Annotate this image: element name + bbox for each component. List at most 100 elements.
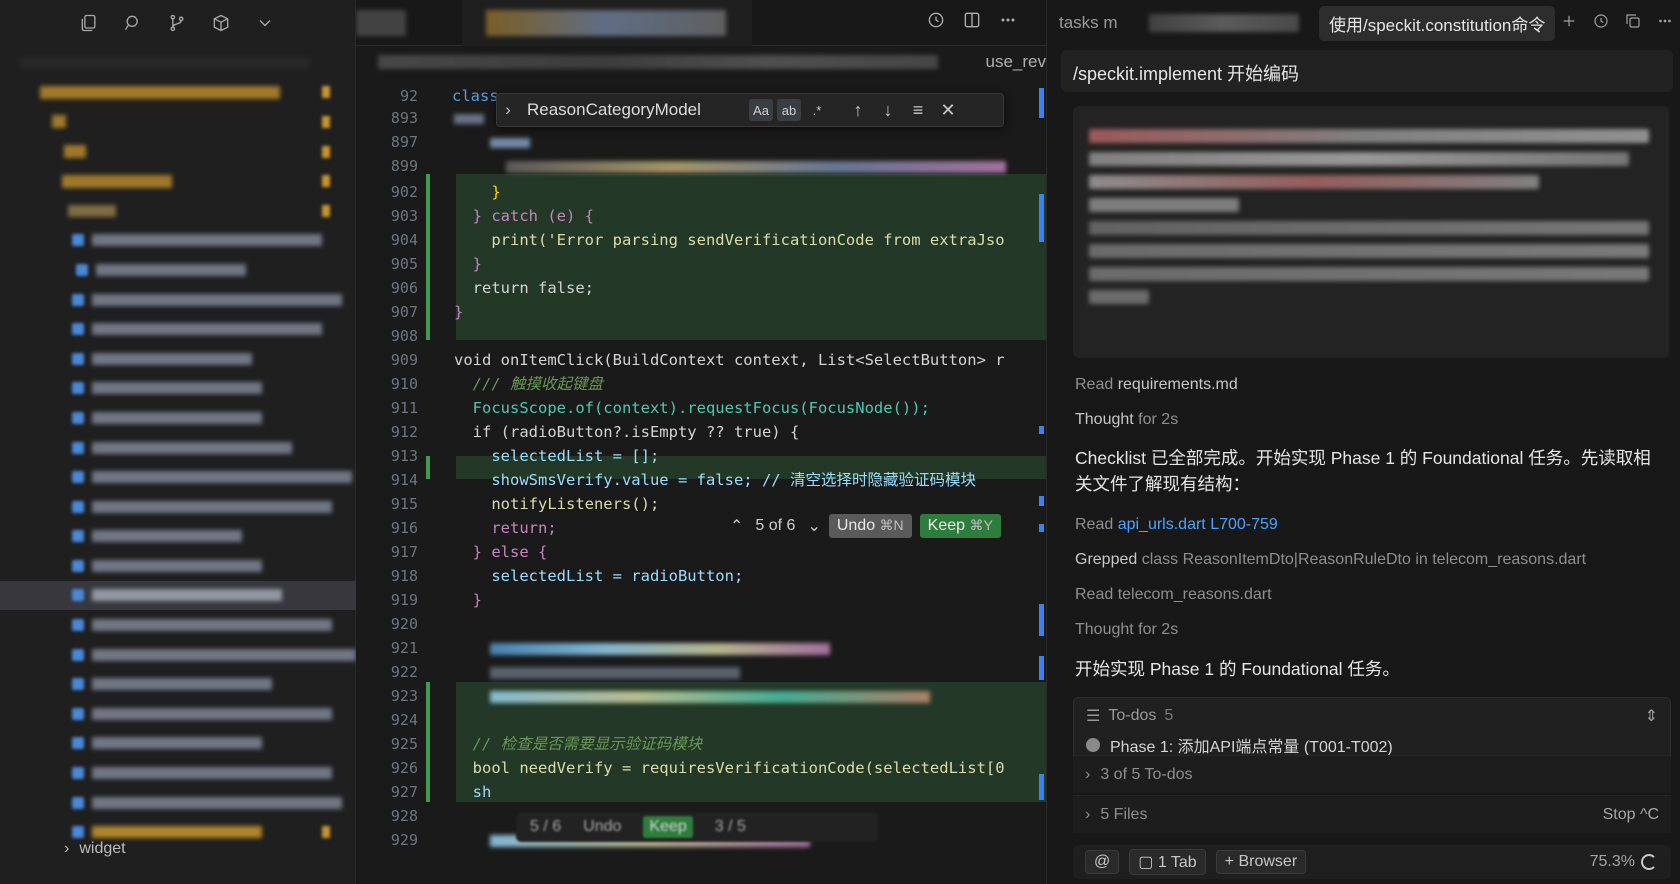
activity-read[interactable]: Read telecom_reasons.dart — [1075, 586, 1272, 604]
tree-row[interactable] — [0, 551, 356, 581]
code-editor: use_rev 92 class 893 897 899 902 } 903 } … — [356, 0, 1046, 884]
review-counter[interactable]: 5 / 6 — [530, 818, 561, 836]
chevron-down-icon[interactable] — [254, 12, 276, 34]
regex-toggle[interactable]: .* — [805, 99, 829, 121]
activity-thought[interactable]: Thought for 2s — [1075, 411, 1178, 429]
tree-row-selected[interactable] — [0, 580, 356, 611]
copy-icon[interactable] — [1624, 12, 1642, 30]
stop-button[interactable]: Stop ^C — [1603, 806, 1659, 824]
files-row[interactable]: › 5 Files Stop ^C — [1073, 795, 1671, 833]
plus-icon: + — [1224, 853, 1239, 870]
tab-icon: ▢ — [1138, 854, 1158, 871]
chat-tabs: tasks m 使用/speckit.constitution命令 — [1047, 0, 1680, 46]
code-line: 921 — [356, 636, 1046, 660]
chat-tab-active[interactable]: 使用/speckit.constitution命令 — [1319, 5, 1556, 41]
match-case-toggle[interactable]: Aa — [749, 99, 773, 121]
browser-chip[interactable]: + Browser — [1215, 850, 1307, 874]
activity-read[interactable]: Read api_urls.dart L700-759 — [1075, 516, 1278, 534]
keep-all-button[interactable]: Keep — [643, 816, 693, 838]
todo-progress-row[interactable]: › 3 of 5 To-dos — [1073, 755, 1671, 793]
chevron-down-icon[interactable]: ⌄ — [807, 516, 820, 536]
tree-row[interactable] — [0, 610, 356, 640]
tree-row[interactable] — [0, 729, 356, 759]
tree-row[interactable] — [0, 48, 356, 78]
more-icon[interactable] — [1656, 12, 1674, 30]
tree-row[interactable] — [0, 669, 356, 699]
tree-row[interactable] — [0, 374, 356, 404]
tree-row[interactable] — [0, 107, 356, 137]
chevron-up-icon[interactable]: ⌃ — [730, 516, 743, 536]
breadcrumb-item[interactable]: use_rev — [986, 52, 1046, 72]
todo-panel[interactable]: ☰ To-dos 5 ⇕ Phase 1: 添加API端点常量 (T001-T0… — [1073, 697, 1671, 761]
tree-row[interactable] — [0, 226, 356, 256]
close-icon[interactable]: ✕ — [933, 100, 963, 121]
more-icon[interactable] — [998, 10, 1018, 35]
editor-tabbar — [356, 0, 1046, 46]
tree-row[interactable] — [0, 285, 356, 315]
tree-row[interactable] — [0, 255, 356, 285]
tree-row[interactable] — [0, 344, 356, 374]
chat-tab[interactable]: tasks m — [1059, 13, 1139, 33]
file-counter[interactable]: 3 / 5 — [715, 818, 746, 836]
undo-all-button[interactable]: Undo — [583, 818, 621, 836]
diff-hunk-widget: ⌃ 5 of 6 ⌄ Undo ⌘N Keep ⌘Y — [730, 514, 1001, 538]
tree-row[interactable] — [0, 788, 356, 818]
tree-row[interactable] — [0, 492, 356, 522]
tree-row[interactable] — [0, 196, 356, 226]
code-area[interactable]: 92 class 893 897 899 902 } 903 } catch (e… — [356, 84, 1046, 884]
expand-icon[interactable]: ⇕ — [1645, 706, 1658, 726]
activity-read[interactable]: Read requirements.md — [1075, 376, 1238, 394]
editor-tab[interactable] — [356, 10, 406, 36]
activity-grep[interactable]: Grepped class ReasonItemDto|ReasonRuleDt… — [1075, 551, 1586, 569]
split-editor-icon[interactable] — [962, 10, 982, 35]
tree-row[interactable] — [0, 462, 356, 492]
code-line: 899 — [356, 154, 1046, 178]
keep-button[interactable]: Keep ⌘Y — [919, 514, 1001, 538]
context-usage[interactable]: 75.3% — [1590, 853, 1657, 871]
source-control-icon[interactable] — [166, 12, 188, 34]
search-icon[interactable] — [122, 12, 144, 34]
tree-row[interactable] — [0, 166, 356, 196]
scrollbar-markers[interactable] — [1038, 84, 1046, 844]
plus-icon[interactable] — [1560, 12, 1578, 30]
undo-button[interactable]: Undo ⌘N — [828, 514, 912, 538]
activity-thought[interactable]: Thought for 2s — [1075, 621, 1178, 639]
agent-message: Checklist 已全部完成。开始实现 Phase 1 的 Foundatio… — [1075, 448, 1651, 494]
find-widget: › ReasonCategoryModel Aa ab .* ↑ ↓ ≡ ✕ — [496, 93, 1004, 127]
explorer-icon[interactable] — [78, 12, 100, 34]
todo-status-icon — [1086, 738, 1100, 752]
find-in-selection-icon[interactable]: ≡ — [903, 100, 933, 121]
whole-word-toggle[interactable]: ab — [777, 99, 801, 121]
code-line: 905 } — [390, 255, 482, 273]
tree-item-label: widget — [79, 840, 126, 857]
code-line: 907} — [390, 303, 464, 321]
user-prompt[interactable]: /speckit.implement 开始编码 — [1061, 50, 1673, 92]
explorer-sidebar: › widget — [0, 0, 356, 884]
mention-button[interactable]: @ — [1085, 850, 1120, 874]
tree-row[interactable] — [0, 640, 356, 670]
chat-tab[interactable] — [1149, 14, 1299, 32]
tab-context-chip[interactable]: ▢ 1 Tab — [1129, 849, 1206, 875]
arrow-up-icon[interactable]: ↑ — [843, 100, 873, 121]
tree-row[interactable] — [0, 78, 356, 108]
tree-item-widget[interactable]: › widget — [64, 840, 126, 858]
history-icon[interactable] — [926, 10, 946, 35]
chevron-right-icon[interactable]: › — [497, 100, 519, 120]
list-icon: ☰ — [1086, 708, 1101, 725]
arrow-down-icon[interactable]: ↓ — [873, 100, 903, 121]
extensions-icon[interactable] — [210, 12, 232, 34]
tree-row[interactable] — [0, 433, 356, 463]
editor-tab-active[interactable] — [462, 0, 752, 46]
review-bar: 5 / 6 Undo Keep 3 / 5 — [516, 812, 878, 842]
tree-row[interactable] — [0, 314, 356, 344]
history-icon[interactable] — [1592, 12, 1610, 30]
find-input[interactable]: ReasonCategoryModel — [519, 100, 749, 120]
code-line: 922 — [356, 660, 1046, 684]
tree-row[interactable] — [0, 522, 356, 552]
code-line: 902 } — [390, 183, 501, 201]
tree-row[interactable] — [0, 817, 356, 847]
tree-row[interactable] — [0, 403, 356, 433]
tree-row[interactable] — [0, 699, 356, 729]
tree-row[interactable] — [0, 137, 356, 167]
tree-row[interactable] — [0, 758, 356, 788]
